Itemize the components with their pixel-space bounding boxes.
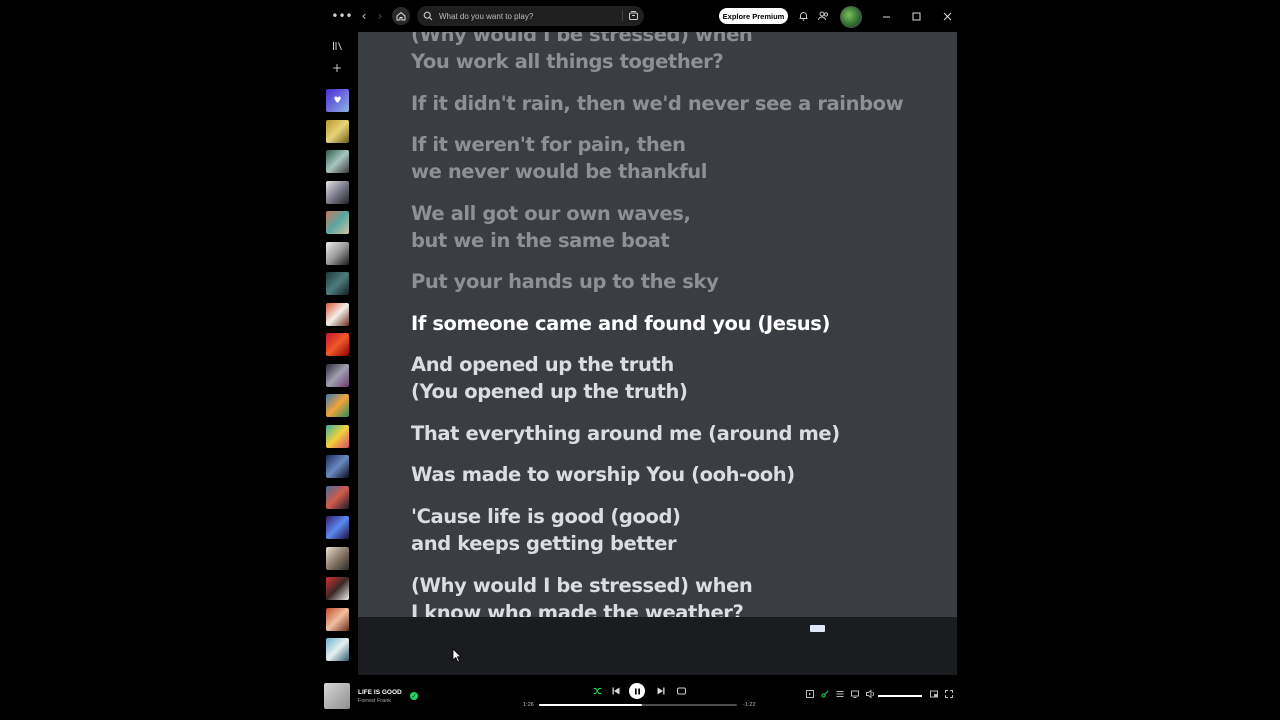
next-icon[interactable] — [656, 686, 666, 696]
pause-button[interactable] — [629, 683, 645, 699]
fullscreen-icon[interactable] — [945, 690, 953, 700]
spotify-window: ••• ‹ › Explore Premium — [320, 0, 962, 720]
search-icon — [423, 11, 433, 21]
lyric-line[interactable]: and keeps getting better — [411, 530, 677, 558]
lyric-line[interactable]: 'Cause life is good (good) — [411, 503, 681, 531]
explore-premium-button[interactable]: Explore Premium — [719, 8, 788, 24]
playlist-thumb[interactable] — [326, 333, 349, 356]
lyric-line-current[interactable]: If someone came and found you (Jesus) — [411, 310, 830, 338]
search-bar[interactable] — [417, 6, 644, 26]
playlist-thumb[interactable] — [326, 211, 349, 234]
shuffle-icon[interactable] — [592, 686, 602, 696]
library-icon[interactable] — [331, 40, 343, 52]
playlist-thumb[interactable] — [326, 455, 349, 478]
lyric-line[interactable]: If it weren't for pain, then — [411, 131, 686, 159]
playlist-thumb[interactable] — [326, 394, 349, 417]
playlist-thumb[interactable] — [326, 150, 349, 173]
playlist-thumb[interactable] — [326, 486, 349, 509]
playlist-thumb[interactable] — [326, 272, 349, 295]
elapsed-time: 1:26 — [523, 702, 534, 708]
chevron-left-icon[interactable]: ‹ — [358, 9, 370, 23]
liked-songs-playlist[interactable]: ♥ — [326, 89, 349, 112]
minimize-icon[interactable] — [880, 10, 892, 22]
lyrics-icon[interactable] — [821, 690, 829, 700]
playlist-thumb[interactable] — [326, 608, 349, 631]
lyric-line[interactable]: I know who made the weather? — [411, 599, 744, 617]
close-icon[interactable] — [941, 10, 953, 22]
lyrics-panel[interactable]: (Why would I be stressed) when You work … — [358, 32, 957, 617]
mouse-cursor — [452, 648, 462, 667]
lyric-line[interactable]: (Why would I be stressed) when — [411, 572, 753, 600]
previous-icon[interactable] — [611, 686, 621, 696]
lyric-line[interactable]: Put your hands up to the sky — [411, 268, 719, 296]
more-horizontal-icon[interactable]: ••• — [331, 9, 352, 23]
lyrics-footer — [358, 617, 957, 675]
repeat-icon[interactable] — [676, 686, 686, 696]
lyric-line[interactable]: Was made to worship You (ooh-ooh) — [411, 461, 795, 489]
playlist-thumb[interactable] — [326, 516, 349, 539]
chevron-right-icon[interactable]: › — [374, 9, 386, 23]
volume-icon[interactable] — [866, 689, 875, 700]
top-bar: ••• ‹ › Explore Premium — [320, 0, 962, 32]
lyric-line[interactable]: That everything around me (around me) — [411, 420, 840, 448]
lyric-line[interactable]: And opened up the truth — [411, 351, 674, 379]
lyric-line[interactable]: (Why would I be stressed) when — [411, 32, 753, 49]
player-bar: LIFE IS GOOD Forrest Frank ✓ 1:26 -1:22 — [320, 676, 962, 720]
miniplayer-icon[interactable] — [930, 690, 938, 700]
saved-check-icon[interactable]: ✓ — [410, 692, 418, 700]
now-playing-cover[interactable] — [324, 683, 350, 709]
volume-fill — [878, 695, 922, 697]
playlist-thumb[interactable] — [326, 120, 349, 143]
lyric-line[interactable]: You work all things together? — [411, 48, 724, 76]
friends-icon[interactable] — [817, 10, 829, 22]
lyric-line[interactable]: We all got our own waves, — [411, 200, 691, 228]
now-playing-title[interactable]: LIFE IS GOOD — [358, 689, 402, 696]
small-badge-icon — [810, 625, 825, 632]
playlist-thumb[interactable] — [326, 364, 349, 387]
lyric-line[interactable]: but we in the same boat — [411, 227, 670, 255]
search-input[interactable] — [437, 10, 611, 22]
lyric-line[interactable]: If it didn't rain, then we'd never see a… — [411, 90, 904, 118]
maximize-icon[interactable] — [910, 10, 922, 22]
remaining-time: -1:22 — [743, 702, 756, 708]
queue-icon[interactable] — [836, 690, 844, 700]
home-icon[interactable] — [392, 7, 410, 25]
lyric-line[interactable]: (You opened up the truth) — [411, 378, 688, 406]
lyric-line[interactable]: we never would be thankful — [411, 158, 707, 186]
connect-device-icon[interactable] — [851, 690, 859, 700]
playlist-thumb[interactable] — [326, 577, 349, 600]
progress-fill — [539, 704, 642, 706]
playlist-thumb[interactable] — [326, 547, 349, 570]
progress-bar[interactable] — [539, 704, 737, 706]
now-playing-view-icon[interactable] — [806, 690, 814, 700]
avatar[interactable] — [840, 6, 862, 28]
playlist-thumb[interactable] — [326, 425, 349, 448]
library-sidebar: + ♥ — [320, 32, 354, 672]
playlist-thumb[interactable] — [326, 242, 349, 265]
plus-icon[interactable]: + — [331, 61, 343, 75]
browse-icon[interactable] — [622, 10, 639, 21]
volume-slider[interactable] — [878, 695, 922, 697]
bell-icon[interactable] — [798, 10, 808, 22]
playlist-thumb[interactable] — [326, 181, 349, 204]
now-playing-artist[interactable]: Forrest Frank — [358, 698, 391, 704]
playlist-thumb[interactable] — [326, 638, 349, 661]
playlist-thumb[interactable] — [326, 303, 349, 326]
